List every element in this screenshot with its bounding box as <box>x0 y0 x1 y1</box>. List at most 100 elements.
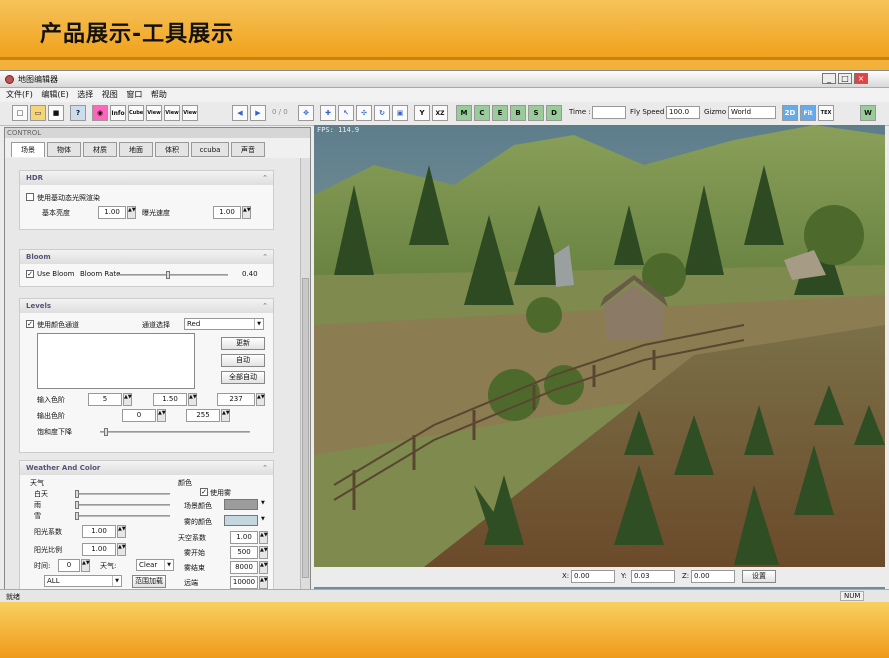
tab-material[interactable]: 材质 <box>83 142 117 157</box>
input-level-mid-stepper[interactable]: ▲▼ <box>188 393 197 406</box>
mode-c-button[interactable]: C <box>474 105 490 121</box>
translate-icon[interactable]: ✚ <box>320 105 336 121</box>
y-input[interactable]: 0.03 <box>631 570 675 583</box>
time-input[interactable] <box>592 106 626 119</box>
panel-scroll-thumb[interactable] <box>302 278 309 578</box>
channel-select[interactable]: Red ▼ <box>184 318 264 330</box>
minimize-button[interactable]: _ <box>822 73 836 84</box>
sky-factor-input[interactable]: 1.00 <box>230 531 258 544</box>
bloom-rate-slider[interactable] <box>118 271 228 279</box>
time-input[interactable]: 0 <box>58 559 80 572</box>
axis-y-button[interactable]: Y <box>414 105 430 121</box>
view1-button[interactable]: View <box>146 105 162 121</box>
menu-edit[interactable]: 编辑(E) <box>41 88 68 102</box>
weather-title[interactable]: Weather And Color ⌃ <box>20 461 273 475</box>
maximize-button[interactable]: □ <box>838 73 852 84</box>
mode-m-button[interactable]: M <box>456 105 472 121</box>
mode-s-button[interactable]: S <box>528 105 544 121</box>
fog-start-input[interactable]: 500 <box>230 546 258 559</box>
exposure-stepper[interactable]: ▲▼ <box>242 206 251 219</box>
input-level-mid[interactable]: 1.50 <box>153 393 187 406</box>
w-button[interactable]: W <box>860 105 876 121</box>
fog-color-swatch[interactable] <box>224 515 258 526</box>
far-input[interactable]: 10000 <box>230 576 258 589</box>
cursor-icon[interactable]: ↖ <box>338 105 354 121</box>
x-input[interactable]: 0.00 <box>571 570 615 583</box>
update-button[interactable]: 更新 <box>221 337 265 350</box>
new-file-icon[interactable]: □ <box>12 105 28 121</box>
open-folder-icon[interactable]: ▭ <box>30 105 46 121</box>
scale-icon[interactable]: ✣ <box>356 105 372 121</box>
base-brightness-input[interactable]: 1.00 <box>98 206 126 219</box>
exposure-input[interactable]: 1.00 <box>213 206 241 219</box>
day-knob[interactable] <box>75 490 79 498</box>
fog-color-arrow[interactable]: ▼ <box>261 516 265 522</box>
hdr-dynamic-checkbox[interactable] <box>26 193 34 201</box>
menu-file[interactable]: 文件(F) <box>6 88 33 102</box>
help-icon[interactable]: ? <box>70 105 86 121</box>
view3-button[interactable]: View <box>182 105 198 121</box>
snow-knob[interactable] <box>75 512 79 520</box>
fog-end-stepper[interactable]: ▲▼ <box>259 561 268 574</box>
fit-button[interactable]: Fit <box>800 105 816 121</box>
close-button[interactable]: × <box>854 73 868 84</box>
weather-select[interactable]: Clear ▼ <box>136 559 174 571</box>
gizmo-select[interactable]: World <box>728 106 776 119</box>
levels-title[interactable]: Levels ⌃ <box>20 299 273 313</box>
input-level-low-stepper[interactable]: ▲▼ <box>123 393 132 406</box>
auto-button[interactable]: 自动 <box>221 354 265 367</box>
output-level-low[interactable]: 0 <box>122 409 156 422</box>
sun-ratio-stepper[interactable]: ▲▼ <box>117 543 126 556</box>
mode-b-button[interactable]: B <box>510 105 526 121</box>
z-input[interactable]: 0.00 <box>691 570 735 583</box>
axis-xz-button[interactable]: XZ <box>432 105 448 121</box>
output-level-low-stepper[interactable]: ▲▼ <box>157 409 166 422</box>
menu-window[interactable]: 窗口 <box>126 88 142 102</box>
tab-sound[interactable]: 声音 <box>231 142 265 157</box>
use-fog-checkbox[interactable]: ✓ <box>200 488 208 496</box>
tex-button[interactable]: TEX <box>818 105 834 121</box>
mode-d-button[interactable]: D <box>546 105 562 121</box>
saturation-knob[interactable] <box>104 428 108 436</box>
time-stepper[interactable]: ▲▼ <box>81 559 90 572</box>
rain-slider[interactable] <box>75 501 170 509</box>
set-button[interactable]: 设置 <box>742 570 776 583</box>
mode-e-button[interactable]: E <box>492 105 508 121</box>
range-load-button[interactable]: 范围加载 <box>132 575 166 588</box>
rotate-icon[interactable]: ↻ <box>374 105 390 121</box>
back-arrow-icon[interactable]: ◀ <box>232 105 248 121</box>
tab-object[interactable]: 物体 <box>47 142 81 157</box>
panel-scrollbar[interactable] <box>300 158 310 589</box>
move-icon[interactable]: ✥ <box>298 105 314 121</box>
save-icon[interactable]: ■ <box>48 105 64 121</box>
sky-factor-stepper[interactable]: ▲▼ <box>259 531 268 544</box>
auto-all-button[interactable]: 全部自动 <box>221 371 265 384</box>
info-button[interactable]: Info <box>110 105 126 121</box>
search-icon[interactable]: ◉ <box>92 105 108 121</box>
fog-start-stepper[interactable]: ▲▼ <box>259 546 268 559</box>
use-bloom-checkbox[interactable]: ✓ <box>26 270 34 278</box>
output-level-high[interactable]: 255 <box>186 409 220 422</box>
box-select-icon[interactable]: ▣ <box>392 105 408 121</box>
bloom-title[interactable]: Bloom ⌃ <box>20 250 273 264</box>
hdr-title[interactable]: HDR ⌃ <box>20 171 273 185</box>
tab-scene[interactable]: 场景 <box>11 142 45 157</box>
scene-color-arrow[interactable]: ▼ <box>261 500 265 506</box>
sun-ratio-input[interactable]: 1.00 <box>82 543 116 556</box>
all-select[interactable]: ALL ▼ <box>44 575 122 587</box>
tab-ground[interactable]: 地面 <box>119 142 153 157</box>
scene-viewport[interactable]: FPS: 114.9 <box>314 125 885 633</box>
saturation-slider[interactable] <box>100 428 250 436</box>
bloom-rate-knob[interactable] <box>166 271 170 279</box>
input-level-high[interactable]: 237 <box>217 393 255 406</box>
scene-color-swatch[interactable] <box>224 499 258 510</box>
input-level-high-stepper[interactable]: ▲▼ <box>256 393 265 406</box>
cube-button[interactable]: Cube <box>128 105 144 121</box>
view-2d-button[interactable]: 2D <box>782 105 798 121</box>
far-stepper[interactable]: ▲▼ <box>259 576 268 589</box>
tab-ccuba[interactable]: ccuba <box>191 142 229 157</box>
input-level-low[interactable]: 5 <box>88 393 122 406</box>
flyspeed-input[interactable]: 100.0 <box>666 106 700 119</box>
rain-knob[interactable] <box>75 501 79 509</box>
menu-view[interactable]: 视图 <box>102 88 118 102</box>
